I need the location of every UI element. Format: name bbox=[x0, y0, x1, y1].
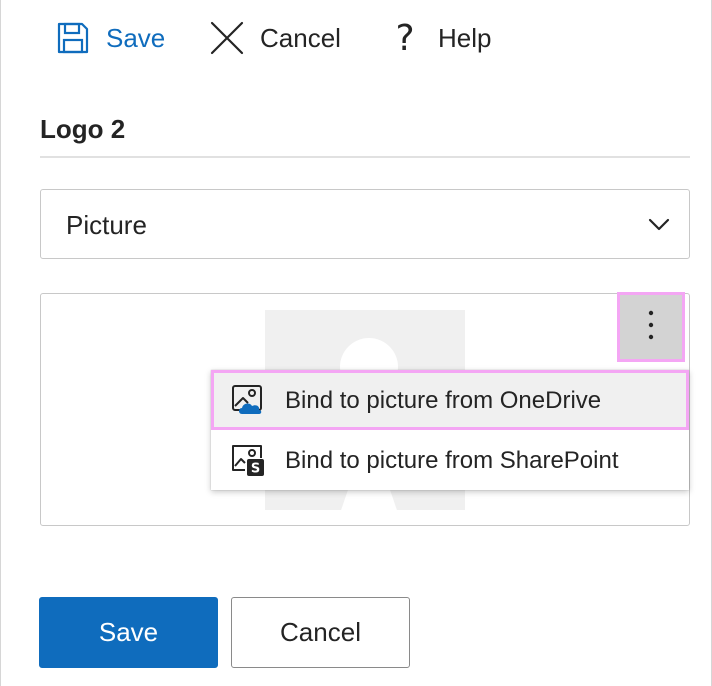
more-vertical-icon bbox=[647, 309, 655, 346]
cancel-button[interactable]: Cancel bbox=[231, 597, 410, 668]
name-field-value: Logo 2 bbox=[40, 114, 126, 144]
toolbar-help-button[interactable]: ? Help bbox=[386, 16, 491, 60]
help-icon: ? bbox=[395, 17, 415, 59]
toolbar-help-label: Help bbox=[438, 22, 492, 53]
type-dropdown-value: Picture bbox=[66, 210, 147, 240]
chevron-down-icon bbox=[647, 212, 671, 236]
command-bar: Save Cancel ? Help bbox=[0, 0, 712, 76]
picture-bind-menu: Bind to picture from OneDrive S Bind to … bbox=[211, 370, 689, 490]
menu-item-bind-onedrive[interactable]: Bind to picture from OneDrive bbox=[211, 370, 689, 430]
menu-item-bind-sharepoint-label: Bind to picture from SharePoint bbox=[285, 447, 619, 474]
onedrive-picture-icon bbox=[231, 384, 265, 416]
toolbar-save-button[interactable]: Save bbox=[54, 16, 165, 60]
menu-item-bind-sharepoint[interactable]: S Bind to picture from SharePoint bbox=[211, 430, 689, 490]
svg-text:S: S bbox=[251, 462, 260, 477]
pane-left-border bbox=[0, 0, 1, 686]
menu-item-bind-onedrive-label: Bind to picture from OneDrive bbox=[285, 387, 602, 414]
save-button[interactable]: Save bbox=[39, 597, 218, 668]
type-dropdown[interactable]: Picture bbox=[40, 189, 690, 259]
more-options-button[interactable] bbox=[617, 292, 685, 362]
close-icon bbox=[208, 16, 246, 60]
toolbar-cancel-button[interactable]: Cancel bbox=[208, 16, 341, 60]
name-field[interactable]: Logo 2 bbox=[40, 104, 690, 158]
save-icon bbox=[54, 16, 92, 60]
sharepoint-picture-icon: S bbox=[231, 444, 265, 477]
toolbar-save-label: Save bbox=[106, 22, 166, 53]
toolbar-cancel-label: Cancel bbox=[260, 22, 341, 53]
